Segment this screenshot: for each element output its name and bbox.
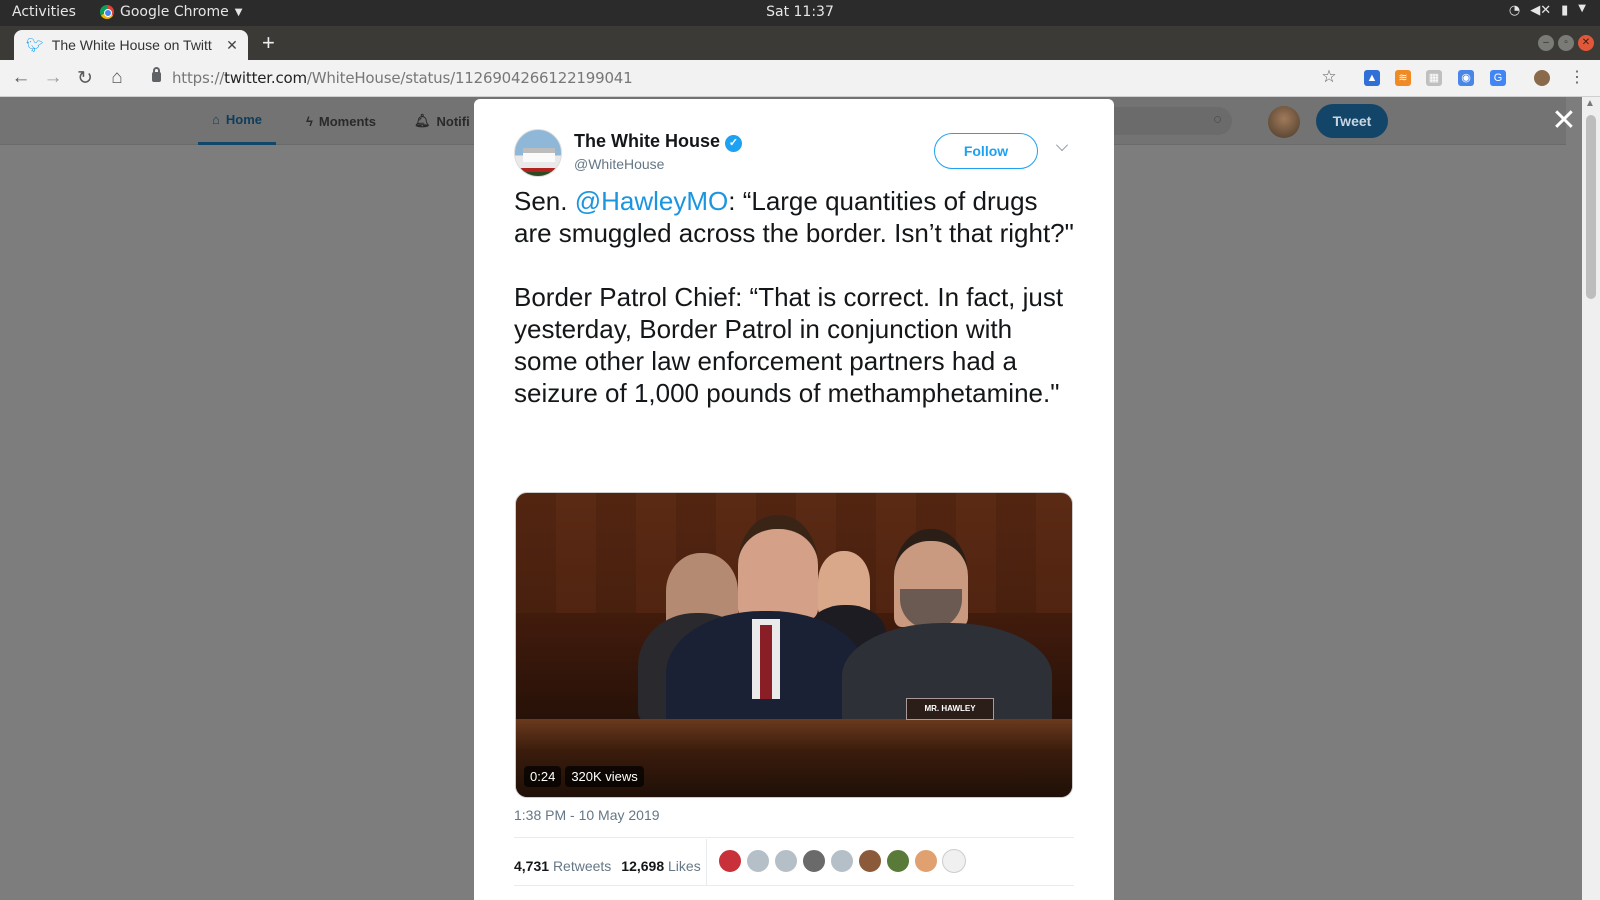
user-avatar[interactable] (1268, 106, 1300, 138)
url-scheme: https:// (172, 69, 225, 87)
video-duration: 0:24 (524, 766, 562, 787)
tweet-modal: The White House ✓ @WhiteHouse Follow Sen.… (474, 99, 1114, 900)
author-handle[interactable]: @WhiteHouse (574, 156, 664, 172)
liker-avatar[interactable] (718, 849, 742, 873)
verified-badge-icon: ✓ (725, 135, 743, 152)
liker-avatar[interactable] (914, 849, 938, 873)
tab-twitter[interactable]: 🐦︎ The White House on Twitt ✕ (14, 30, 248, 60)
avatar-stripe (515, 168, 561, 172)
screenshot-camera-icon[interactable]: ◉ (1458, 70, 1474, 86)
liker-avatar[interactable] (830, 849, 854, 873)
liker-avatars (718, 849, 966, 873)
mention-link[interactable]: @HawleyMO (575, 186, 729, 216)
nav-home[interactable]: ⌂ Home (198, 97, 276, 145)
nav-notifications-label: Notifi (436, 113, 470, 129)
clock[interactable]: Sat 11:37 (0, 4, 1600, 20)
back-icon[interactable]: ← (10, 67, 32, 89)
home-icon: ⌂ (212, 112, 220, 127)
tab-close-icon[interactable]: ✕ (224, 37, 240, 54)
home-icon[interactable]: ⌂ (106, 67, 128, 89)
tweet-paragraph-2: Border Patrol Chief: “That is correct. I… (514, 282, 1064, 408)
stats-vertical-divider (706, 839, 707, 885)
tab-title: The White House on Twitt (51, 37, 212, 53)
scroll-thumb[interactable] (1586, 115, 1596, 299)
bell-icon: 🔔︎ (414, 113, 431, 128)
liker-avatar[interactable] (858, 849, 882, 873)
new-tab-button[interactable]: + (262, 32, 275, 54)
video-player[interactable]: MR. HAWLEY 0:24 320K views (515, 492, 1073, 798)
retweets-stat[interactable]: 4,731 Retweets (514, 858, 611, 874)
system-tray[interactable]: ◔ ◀✕ ▮ ▼ (1509, 3, 1586, 18)
nav-home-label: Home (225, 112, 262, 127)
address-bar[interactable]: https://twitter.com/WhiteHouse/status/11… (172, 69, 633, 87)
nav-moments-label: Moments (318, 113, 376, 129)
video-badges: 0:24 320K views (524, 766, 644, 787)
browser-toolbar: ← → ↻ ⌂ https://twitter.com/WhiteHouse/s… (0, 60, 1600, 97)
nav-notifications[interactable]: 🔔︎ Notifi (414, 97, 470, 145)
retweets-count: 4,731 (514, 858, 550, 874)
tweet-paragraph-1: Sen. @HawleyMO: “Large quantities of dru… (514, 185, 1074, 249)
wifi-icon: ◔ (1508, 3, 1521, 18)
system-top-bar: Activities Google Chrome ▼ Sat 11:37 ◔ ◀… (0, 0, 1600, 26)
author-name-label: The White House (574, 131, 721, 151)
lightning-icon: ϟ (306, 113, 313, 129)
white-house-icon (523, 148, 555, 162)
window-controls: – ▫ ✕ (1538, 35, 1594, 51)
chevron-down-icon[interactable] (1056, 139, 1068, 151)
video-person-speaker-head (738, 515, 818, 619)
nav-moments[interactable]: ϟ Moments (306, 97, 376, 145)
close-window-button[interactable]: ✕ (1578, 35, 1594, 51)
video-views: 320K views (565, 766, 644, 787)
liker-avatar[interactable] (886, 849, 910, 873)
reload-icon[interactable]: ↻ (74, 67, 96, 90)
maximize-button[interactable]: ▫ (1558, 35, 1574, 51)
chrome-menu-icon[interactable]: ⋮ (1566, 67, 1588, 87)
url-path: /WhiteHouse/status/1126904266122199041 (306, 69, 633, 87)
rss-feed-icon[interactable]: ≋ (1395, 70, 1411, 86)
tweet-text-prefix: Sen. (514, 186, 575, 216)
volume-muted-icon: ◀✕ (1530, 3, 1552, 18)
extension-puzzle-icon[interactable]: ▦ (1426, 70, 1442, 86)
profile-avatar[interactable] (1534, 70, 1550, 86)
translate-icon[interactable]: G (1490, 70, 1506, 86)
liker-avatar[interactable] (774, 849, 798, 873)
liker-avatar[interactable] (746, 849, 770, 873)
minimize-button[interactable]: – (1538, 35, 1554, 51)
chevron-down-icon: ▼ (1578, 3, 1586, 14)
lock-icon[interactable] (152, 67, 161, 82)
bookmark-star-icon[interactable]: ☆ (1318, 67, 1340, 87)
likes-stat[interactable]: 12,698 Likes (621, 858, 700, 874)
follow-button[interactable]: Follow (934, 133, 1038, 169)
tweet-text: Sen. @HawleyMO: “Large quantities of dru… (514, 185, 1074, 441)
tab-strip: 🐦︎ The White House on Twitt ✕ + – ▫ ✕ (0, 26, 1600, 60)
tweet-timestamp[interactable]: 1:38 PM - 10 May 2019 (514, 807, 660, 823)
likes-count: 12,698 (621, 858, 665, 874)
author-name[interactable]: The White House ✓ (574, 131, 743, 152)
scroll-up-icon[interactable]: ▲ (1585, 98, 1595, 109)
author-avatar[interactable] (514, 129, 562, 177)
nameplate: MR. HAWLEY (906, 698, 994, 720)
liker-avatar[interactable] (942, 849, 966, 873)
page-scrollbar[interactable]: ▲ (1582, 97, 1600, 900)
divider (514, 885, 1074, 886)
forward-icon[interactable]: → (42, 67, 64, 89)
battery-icon: ▮ (1561, 3, 1569, 18)
tweet-button[interactable]: Tweet (1316, 104, 1388, 138)
url-host: twitter.com (224, 69, 307, 87)
tweet-stats: 4,731 Retweets 12,698 Likes (514, 849, 701, 883)
video-person-speaker-tie (760, 625, 772, 699)
search-icon: ○ (1212, 111, 1222, 128)
retweets-label: Retweets (552, 858, 612, 874)
extension-graduation-icon[interactable]: ▲ (1364, 70, 1380, 86)
twitter-bird-icon: 🐦︎ (26, 36, 44, 53)
likes-label: Likes (668, 858, 701, 874)
close-icon[interactable]: ✕ (1550, 106, 1578, 136)
liker-avatar[interactable] (802, 849, 826, 873)
divider (514, 837, 1074, 838)
